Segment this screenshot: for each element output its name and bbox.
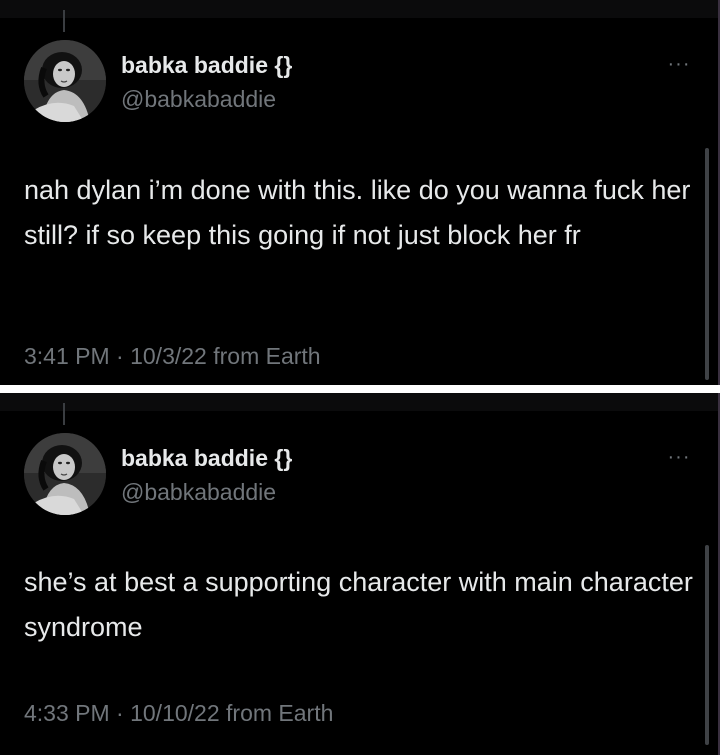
scrollbar[interactable]	[705, 545, 709, 745]
more-icon: ···	[667, 446, 691, 468]
display-name[interactable]: babka baddie {}	[121, 52, 292, 79]
tweet-text: she’s at best a supporting character wit…	[24, 567, 693, 642]
scrollbar[interactable]	[705, 148, 709, 380]
tweet-timestamp[interactable]: 4:33 PM · 10/10/22 from Earth	[24, 700, 333, 727]
avatar[interactable]	[24, 433, 106, 515]
profile-photo-icon	[24, 40, 106, 122]
more-options-button[interactable]: ···	[664, 445, 694, 469]
more-options-button[interactable]: ···	[664, 52, 694, 76]
tweet-text: nah dylan i’m done with this. like do yo…	[24, 175, 691, 250]
avatar[interactable]	[24, 40, 106, 122]
top-band	[0, 393, 720, 411]
username-handle[interactable]: @babkabaddie	[121, 479, 276, 506]
divider	[0, 385, 720, 393]
tweet-card[interactable]: babka baddie {} @babkabaddie ··· she’s a…	[0, 393, 720, 755]
profile-photo-icon	[24, 433, 106, 515]
display-name[interactable]: babka baddie {}	[121, 445, 292, 472]
tweet-card[interactable]: babka baddie {} @babkabaddie ··· nah dyl…	[0, 0, 720, 385]
thread-line	[63, 403, 65, 425]
thread-line	[63, 10, 65, 32]
tweet-timestamp[interactable]: 3:41 PM · 10/3/22 from Earth	[24, 343, 321, 370]
more-icon: ···	[667, 53, 691, 75]
username-handle[interactable]: @babkabaddie	[121, 86, 276, 113]
top-band	[0, 0, 720, 18]
